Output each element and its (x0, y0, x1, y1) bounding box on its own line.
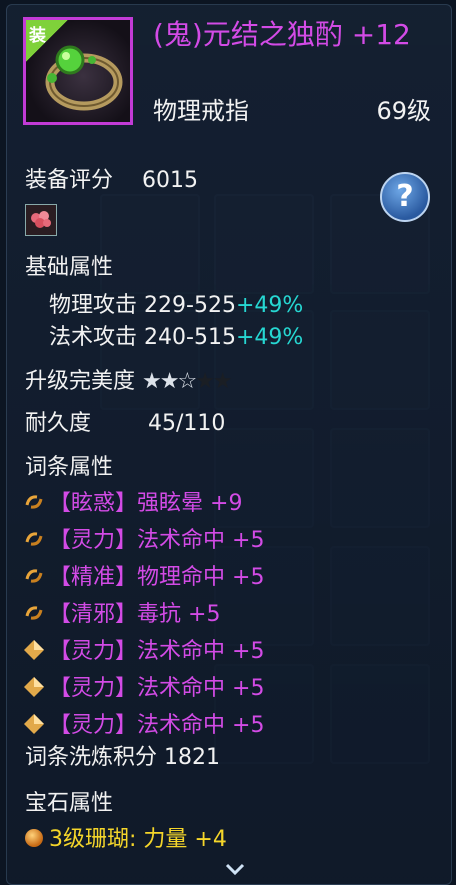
affix-tag: 【灵力】 (49, 639, 138, 664)
affix-tag: 【精准】 (49, 565, 138, 590)
gem-orb-icon (25, 829, 43, 847)
affix-tag: 【眩惑】 (49, 491, 138, 516)
affix-row: 【灵力】法术命中 +5 (23, 707, 264, 739)
ring-item-icon: 装 (23, 17, 133, 125)
bound-tag-label: 装 (29, 26, 46, 46)
item-name: (鬼)元结之独酌 +12 (153, 18, 411, 51)
affix-text: 强眩晕 +9 (137, 491, 243, 516)
gem-attributes-title: 宝石属性 (25, 791, 114, 816)
durability-row: 耐久度 45/110 (25, 405, 225, 437)
swirl-icon (25, 532, 43, 546)
affix-tag: 【清邪】 (49, 602, 138, 627)
perfection-stars: ★★☆ (142, 369, 197, 394)
affix-tag: 【灵力】 (49, 676, 138, 701)
refine-label: 词条洗炼积分 (25, 745, 158, 770)
affix-row: 【精准】物理命中 +5 (23, 559, 264, 591)
question-icon: ? (396, 179, 414, 214)
score-value: 6015 (142, 168, 199, 193)
swirl-icon (25, 495, 43, 509)
affix-text: 物理命中 +5 (137, 565, 265, 590)
attr-value: 229-525 (144, 293, 236, 318)
perfection-row: 升级完美度 ★★☆★★ (25, 363, 233, 395)
refine-value: 1821 (164, 745, 221, 770)
attr-value: 240-515 (144, 325, 236, 350)
affix-row: 【清邪】毒抗 +5 (23, 596, 220, 628)
gem-text: 3级珊瑚: 力量 +4 (49, 827, 227, 852)
item-type: 物理戒指 (153, 97, 249, 125)
gem-row: 3级珊瑚: 力量 +4 (23, 821, 227, 853)
affix-text: 法术命中 +5 (137, 676, 265, 701)
coral-icon (31, 211, 51, 228)
swirl-icon (25, 606, 43, 620)
affix-text: 法术命中 +5 (137, 639, 265, 664)
base-attributes-title: 基础属性 (25, 255, 114, 280)
affixes-title: 词条属性 (25, 455, 114, 480)
refine-score-row: 词条洗炼积分 1821 (25, 739, 220, 771)
attr-name: 法术攻击 (49, 325, 138, 350)
durability-value: 45/110 (148, 411, 226, 436)
affix-row: 【眩惑】强眩晕 +9 (23, 485, 242, 517)
swirl-icon (25, 569, 43, 583)
affix-text: 法术命中 +5 (137, 528, 265, 553)
perfection-dark-stars: ★★ (195, 369, 232, 394)
durability-label: 耐久度 (25, 411, 92, 436)
perfection-label: 升级完美度 (25, 369, 136, 394)
affix-tag: 【灵力】 (49, 528, 138, 553)
score-label: 装备评分 (25, 168, 114, 193)
attr-row-magic-attack: 法术攻击 240-515+49% (49, 319, 303, 351)
attr-name: 物理攻击 (49, 293, 138, 318)
diamond-icon (24, 677, 44, 697)
diamond-icon (24, 714, 44, 734)
attr-bonus: +49% (235, 325, 304, 350)
affix-text: 毒抗 +5 (137, 602, 221, 627)
help-button[interactable]: ? (380, 172, 430, 222)
item-level: 69级 (376, 97, 431, 125)
affix-text: 法术命中 +5 (137, 713, 265, 738)
affix-tag: 【灵力】 (49, 713, 138, 738)
affix-row: 【灵力】法术命中 +5 (23, 522, 264, 554)
equipment-score: 装备评分 6015 (25, 162, 198, 194)
attr-row-physical-attack: 物理攻击 229-525+49% (49, 287, 303, 319)
chevron-down-icon[interactable] (223, 857, 247, 881)
attr-bonus: +49% (235, 293, 304, 318)
diamond-icon (24, 640, 44, 660)
item-tooltip: 装 (鬼)元结之独酌 +12 物理戒指 69级 装备评分 6015 ? 基础属性… (6, 4, 452, 885)
affix-row: 【灵力】法术命中 +5 (23, 633, 264, 665)
bound-tag: 装 (26, 20, 68, 62)
coral-gem-thumbnail (25, 204, 57, 236)
affix-row: 【灵力】法术命中 +5 (23, 670, 264, 702)
